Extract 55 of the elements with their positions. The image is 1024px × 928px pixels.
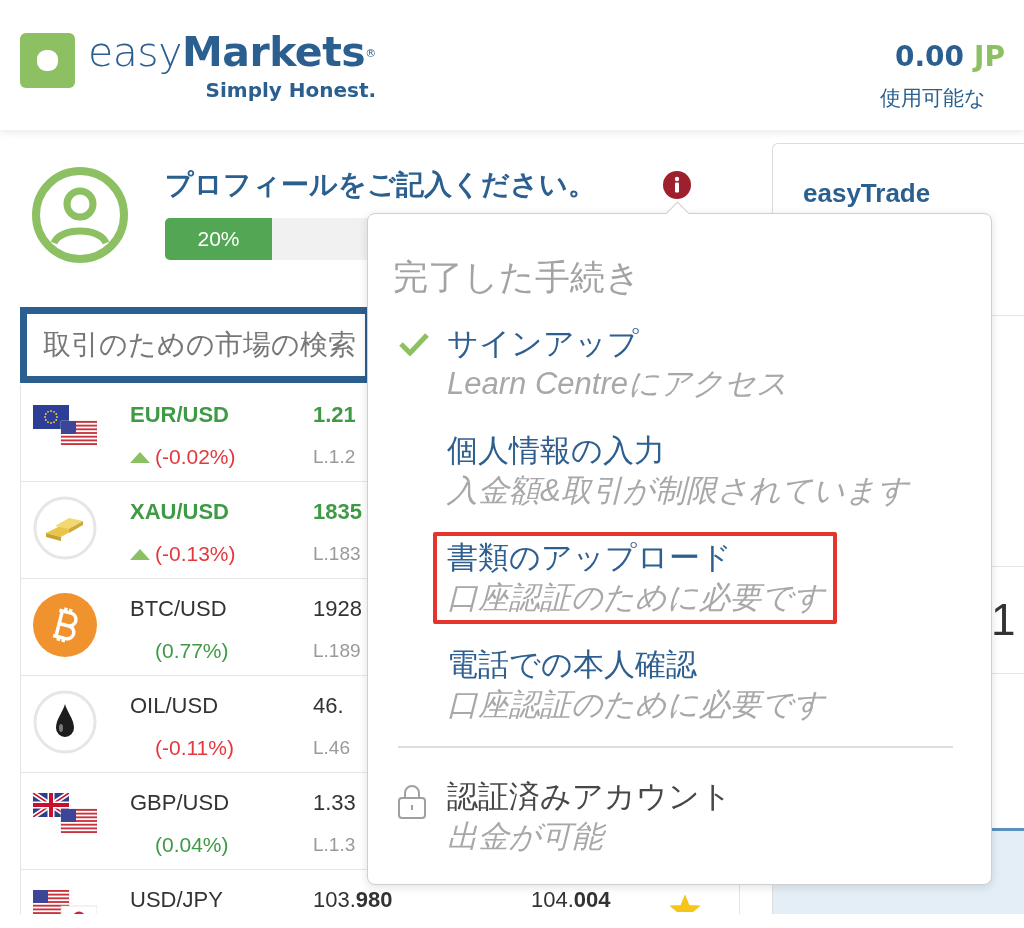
balance-currency: JP [974,39,1006,75]
change-percent: (0.77%) [155,638,229,664]
info-icon[interactable] [663,171,691,199]
price-value: 46. [313,693,344,719]
trade-tab[interactable]: easyTrade [803,177,931,209]
market-symbol: USD/JPY [130,887,223,913]
market-symbol: EUR/USD [130,402,229,428]
logo-icon [20,33,75,88]
step-title[interactable]: 電話での本人確認 [447,645,697,685]
logo-tagline: Simply Honest. [205,77,377,103]
step-subtitle: 口座認証のために必要です [447,579,825,617]
market-symbol: GBP/USD [130,790,230,816]
step-title[interactable]: サインアップ [447,324,639,364]
up-triangle-icon [130,451,150,463]
market-symbol: OIL/USD [130,693,219,719]
flag-pair-icon [33,793,97,833]
change-percent: (-0.11%) [155,735,234,761]
logo-wordmark: easyMarkets$^{®}$ [88,29,377,75]
low-price: L.1.3 [313,833,356,857]
market-symbol: XAU/USD [130,499,229,525]
change-percent: (0.04%) [155,832,229,858]
ingot-icon [33,496,97,560]
popup-heading: 完了した手続き [393,257,641,297]
flag-pair-icon [33,405,97,445]
up-triangle-icon [130,548,150,560]
coin-icon [33,593,97,657]
market-symbol: BTC/USD [130,596,227,622]
low-price: L.183 [313,542,361,566]
progress-label: 20% [197,226,240,252]
panel-number: 1 [991,595,1016,645]
price-value: 1928 [313,596,362,622]
change-percent: (-0.02%) [155,444,236,470]
step-subtitle: Learn Centreにアクセス [447,365,788,403]
low-price: L.189 [313,639,361,663]
price-value: 1.33 [313,790,356,816]
step-subtitle: 入金額&取引が制限されています [447,472,909,510]
balance-amount: 0.00 [895,39,965,75]
lock-icon [398,783,426,819]
check-icon [398,332,430,356]
change-percent: (-0.13%) [155,541,236,567]
step-title[interactable]: 書類のアップロード [447,538,732,578]
ask-price: 104.004 [531,887,611,913]
price-value: 103.980 [313,887,393,913]
oil-drop-icon [33,690,97,754]
user-avatar-icon [32,167,128,263]
star-icon[interactable] [670,895,700,912]
profile-title: プロフィールをご記入ください。 [165,169,596,201]
balance-label: 使用可能な [880,85,986,111]
step-title: 認証済みアカウント [447,778,732,816]
price-value: 1.21 [313,402,356,428]
low-price: L.46 [313,736,350,760]
price-value: 1835 [313,499,362,525]
step-title[interactable]: 個人情報の入力 [447,431,665,471]
step-subtitle: 口座認証のために必要です [447,686,825,724]
low-price: L.1.2 [313,445,356,469]
